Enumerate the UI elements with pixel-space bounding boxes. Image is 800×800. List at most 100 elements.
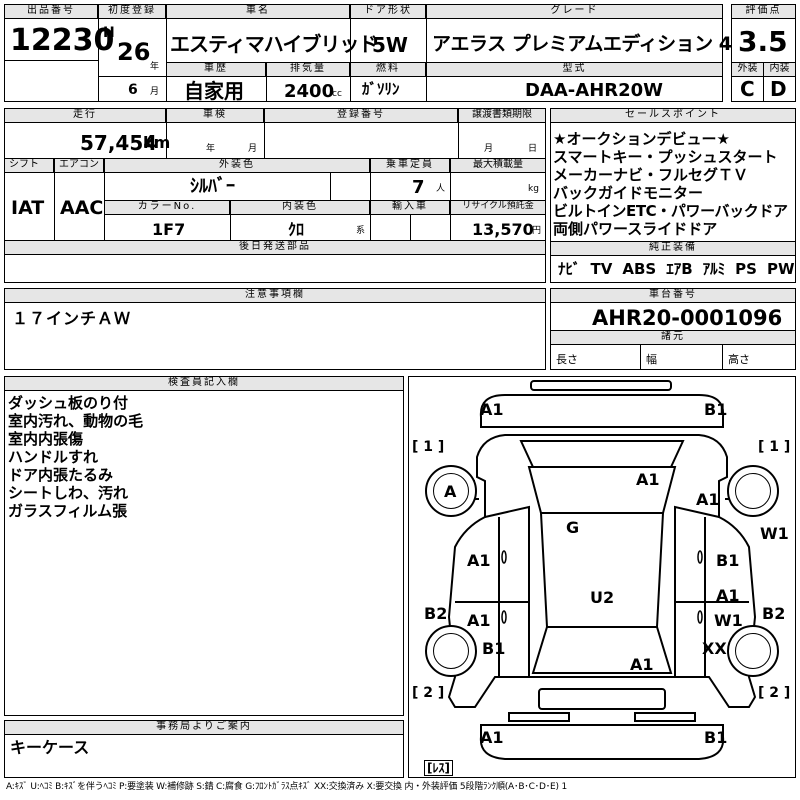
mark-door-rear-right-bottom: W1	[714, 611, 743, 630]
reg-no-label: 登録番号	[264, 108, 458, 123]
length-label: 長さ	[556, 353, 578, 366]
score-label: 評価点	[731, 4, 796, 19]
load-label: 最大積載量	[450, 158, 546, 173]
model: DAA-AHR20W	[525, 80, 664, 101]
inspector-item: ダッシュ板のり付	[8, 394, 129, 412]
mark-door-rear-left: A1	[467, 611, 491, 630]
lot-no-label: 出品番号	[4, 4, 98, 19]
car-name-label: 車名	[166, 4, 350, 19]
mark-fender-front-right: A1	[696, 490, 720, 509]
equipment-item: ｴｱB	[666, 260, 693, 278]
rear-label: [ﾚｽ]	[424, 760, 453, 776]
displacement-label: 排気量	[266, 62, 350, 77]
transfer-day-unit: 日	[528, 144, 538, 154]
inspector-list: ダッシュ板のり付 室内汚れ、動物の毛 室内内張傷 ハンドルすれ ドア内張たるみ …	[8, 394, 400, 520]
office-label: 事務局よりご案内	[4, 720, 404, 735]
car-diagram	[408, 376, 796, 778]
mark-front-left: A1	[480, 400, 504, 419]
insp-year-unit: 年	[206, 144, 216, 154]
equipment-label: 純正装備	[550, 241, 796, 256]
history: 自家用	[184, 79, 244, 103]
year-unit: 年	[150, 62, 160, 72]
capacity-unit: 人	[436, 184, 446, 194]
first-reg-month: 6	[128, 82, 138, 98]
recycle-label: リサイクル預託金	[450, 200, 546, 215]
legend: A:ｷｽﾞ U:ﾍｺﾐ B:ｷｽﾞを伴うﾍｺﾐ P:要塗装 W:補修跡 S:錆 …	[6, 782, 567, 792]
mark-door-front-right: B1	[716, 551, 740, 570]
shift-label: シフト	[4, 158, 54, 173]
month-unit: 月	[150, 87, 160, 97]
tire-rear-right-inner	[735, 633, 771, 669]
capacity-label: 乗車定員	[370, 158, 450, 173]
sales-points-label: セールスポイント	[550, 108, 796, 123]
model-label: 型式	[426, 62, 723, 77]
ac: AAC	[60, 197, 104, 219]
mark-quarter-left: B2	[424, 604, 448, 623]
grade: アエラス プレミアムエディション 4WD	[432, 33, 768, 55]
tire-front-right-inner	[735, 473, 771, 509]
sales-points-list: ★オークションデビュー★ スマートキー・プッシュスタート メーカーナビ・フルセグ…	[553, 130, 795, 238]
mark-glass: G	[566, 518, 580, 537]
mark-wheel-right: W1	[760, 524, 789, 543]
inspector-item: シートしわ、汚れ	[8, 484, 129, 502]
inspector-item: 室内汚れ、動物の毛	[8, 412, 144, 430]
sales-point: メーカーナビ・フルセグＴＶ	[553, 166, 749, 184]
later-parts-label: 後日発送部品	[4, 240, 546, 255]
mark-tire-rear-right: XX	[702, 639, 727, 658]
tire-rear-left-inner	[433, 633, 469, 669]
score: 3.5	[738, 25, 788, 58]
recycle: 13,570	[472, 220, 534, 239]
dims-label: 諸元	[550, 330, 796, 345]
equipment-item: ﾅﾋﾞ	[558, 260, 581, 278]
shift: IAT	[11, 197, 45, 219]
office-text: キーケース	[10, 738, 90, 757]
ac-label: エアコン	[54, 158, 104, 173]
equipment-list: ﾅﾋﾞ TV ABS ｴｱB ｱﾙﾐ PS PW	[558, 260, 795, 278]
era: H	[103, 25, 115, 41]
door: 5W	[372, 33, 408, 57]
capacity: 7	[412, 177, 425, 198]
inspector-item: 室内内張傷	[8, 430, 84, 448]
sales-point: ★オークションデビュー★	[553, 130, 730, 148]
sales-point: ビルトインETC・パワーバックドア	[553, 202, 788, 220]
load-unit: kg	[528, 184, 539, 194]
history-label: 車歴	[166, 62, 266, 77]
recycle-unit: 円	[532, 226, 542, 236]
inspector-item: ガラスフィルム張	[8, 502, 128, 520]
int-color-unit: 系	[356, 226, 366, 236]
interior-label: 内装	[763, 62, 796, 77]
notes-text: １７インチＡＷ	[12, 309, 132, 328]
mileage-label: 走行	[4, 108, 166, 123]
inspector-item: ハンドルすれ	[8, 448, 99, 466]
first-reg-year: 26	[117, 38, 151, 66]
mark-tire-front-left: A	[444, 482, 457, 501]
mark-front-right: B1	[704, 400, 728, 419]
notes-label: 注意事項欄	[4, 288, 546, 303]
chassis-label: 車台番号	[550, 288, 796, 303]
interior-score: D	[770, 77, 787, 101]
transfer-label: 譲渡書類期限	[458, 108, 546, 123]
bracket-2-right: [ 2 ]	[758, 685, 791, 701]
grade-label: グレード	[426, 4, 723, 19]
color: ｼﾙﾊﾞｰ	[190, 176, 235, 197]
mark-rear-right: B1	[704, 728, 728, 747]
bracket-1-right: [ 1 ]	[758, 439, 791, 455]
color-no: 1F7	[152, 220, 186, 239]
equipment-item: PW	[766, 260, 795, 278]
car-name: エスティマハイブリッド	[170, 32, 378, 56]
equipment-item: ABS	[622, 260, 657, 278]
int-color: ｸﾛ	[288, 220, 305, 239]
bracket-1-left: [ 1 ]	[412, 439, 445, 455]
mark-door-rear-right-top: A1	[716, 586, 740, 605]
color-label: 外装色	[104, 158, 370, 173]
bracket-2-left: [ 2 ]	[412, 685, 445, 701]
sales-point: バックガイドモニター	[553, 184, 704, 202]
color-no-label: カラーNo.	[104, 200, 230, 215]
int-color-label: 内装色	[230, 200, 370, 215]
mark-roof: A1	[636, 470, 660, 489]
mark-rear-left: A1	[480, 728, 504, 747]
sales-point: スマートキー・プッシュスタート	[553, 148, 778, 166]
inspector-item: ドア内張たるみ	[8, 466, 114, 484]
mark-floor: U2	[590, 588, 615, 607]
insp-month-unit: 月	[248, 144, 258, 154]
